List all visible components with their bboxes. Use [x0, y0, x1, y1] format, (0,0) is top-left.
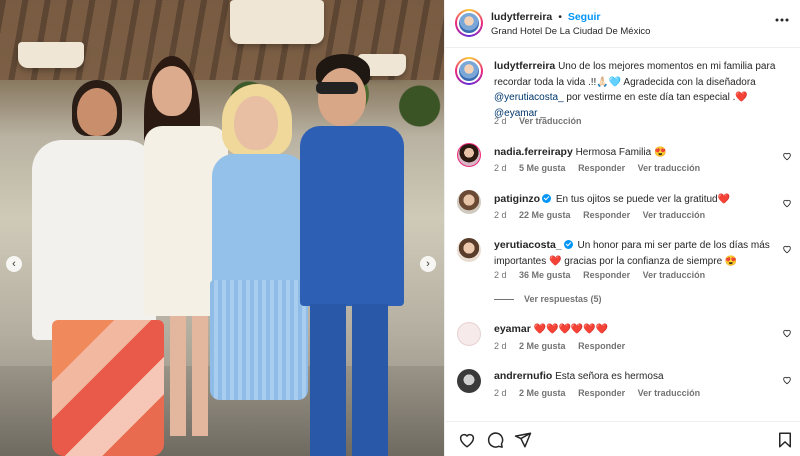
comment-likes[interactable]: 36 Me gusta [519, 270, 571, 280]
caption-text: ludytferreira Uno de los mejores momento… [494, 59, 784, 121]
follow-button[interactable]: Seguir [568, 11, 601, 23]
comment-username[interactable]: eyamar [494, 323, 531, 335]
comment-avatar[interactable] [457, 369, 481, 393]
post-action-bar [445, 421, 800, 456]
heart-icon[interactable] [458, 431, 476, 449]
reply-button[interactable]: Responder [578, 163, 625, 173]
heart-emoji: ❤️ [549, 255, 562, 267]
comment-text: andrernufio Esta señora es hermosa [494, 369, 784, 385]
view-replies-button[interactable]: Ver respuestas (5) [494, 294, 602, 304]
comment-meta: 2 d 36 Me gusta Responder Ver traducción [494, 270, 715, 280]
comment-username[interactable]: nadia.ferreirapy [494, 146, 573, 158]
comment-text: nadia.ferreirapy Hermosa Familia 😍 [494, 145, 784, 161]
comment-meta: 2 d 2 Me gusta Responder [494, 341, 635, 351]
comment-time: 2 d [494, 210, 507, 220]
carousel-prev-button[interactable]: ‹ [6, 256, 22, 272]
caption-line: por vestirme en este día tan especial . [566, 92, 736, 103]
caption-meta: 2 d Ver traducción [494, 116, 592, 126]
post-photo[interactable]: ‹ › [0, 0, 444, 456]
caption-line: Agradecida con la diseñadora [623, 76, 756, 88]
comment-username[interactable]: patiginzo [494, 193, 540, 205]
post-location[interactable]: Grand Hotel De La Ciudad De México [491, 26, 650, 37]
verified-badge-icon [563, 240, 573, 249]
translate-link[interactable]: Ver traducción [519, 116, 582, 126]
ceiling-lamp [230, 0, 324, 44]
header-separator: • [558, 11, 562, 23]
comment-like-heart-icon[interactable] [782, 198, 792, 208]
comment-username[interactable]: yerutiacosta_ [494, 239, 562, 251]
comment-emoji: 😍 [653, 147, 667, 158]
comment-avatar[interactable] [457, 190, 481, 214]
comment-time: 2 d [494, 388, 507, 398]
comment-body: Hermosa Familia [575, 147, 652, 158]
heart-emoji: ❤️ [717, 194, 731, 205]
more-options-icon[interactable] [775, 18, 789, 22]
comment-emoji: 😍 [724, 255, 738, 267]
caption-username[interactable]: ludytferreira [494, 60, 555, 72]
comment-time: 2 d [494, 163, 507, 173]
post-details-panel: ludytferreira • Seguir Grand Hotel De La… [444, 0, 800, 456]
comment-avatar[interactable] [457, 322, 481, 346]
caption-emoji: 🙏🏻🩵 [596, 76, 622, 88]
ceiling-lamp [18, 42, 84, 68]
post-header: ludytferreira • Seguir Grand Hotel De La… [445, 0, 800, 48]
translate-link[interactable]: Ver traducción [638, 163, 701, 173]
comment-likes[interactable]: 2 Me gusta [519, 341, 566, 351]
heart-emoji: ❤️ [735, 92, 748, 103]
comment-meta: 2 d 5 Me gusta Responder Ver traducción [494, 163, 710, 173]
translate-link[interactable]: Ver traducción [643, 270, 706, 280]
caption-time: 2 d [494, 116, 507, 126]
comment-likes[interactable]: 5 Me gusta [519, 163, 566, 173]
comment-body: gracias por la confianza de siempre [564, 255, 723, 267]
comment-body: En tus ojitos se puede ver la gratitud [555, 194, 718, 205]
comment-text: yerutiacosta_ Un honor para mi ser parte… [494, 238, 784, 269]
comment-like-heart-icon[interactable] [782, 375, 792, 385]
reply-button[interactable]: Responder [578, 341, 625, 351]
comment-like-heart-icon[interactable] [782, 244, 792, 254]
translate-link[interactable]: Ver traducción [638, 388, 701, 398]
comment-likes[interactable]: 2 Me gusta [519, 388, 566, 398]
comment-time: 2 d [494, 270, 507, 280]
mention-link[interactable]: @yerutiacosta_ [494, 92, 564, 103]
reply-button[interactable]: Responder [578, 388, 625, 398]
comment-time: 2 d [494, 341, 507, 351]
translate-link[interactable]: Ver traducción [643, 210, 706, 220]
bookmark-icon[interactable] [776, 431, 794, 449]
author-avatar[interactable] [455, 9, 483, 37]
comment-body: ❤️❤️❤️❤️❤️❤️ [533, 324, 609, 335]
comment-avatar[interactable] [457, 143, 481, 167]
comment-username[interactable]: andrernufio [494, 370, 552, 382]
comment-icon[interactable] [486, 431, 504, 449]
share-icon[interactable] [514, 431, 532, 449]
reply-button[interactable]: Responder [583, 270, 630, 280]
view-replies-label: Ver respuestas (5) [524, 294, 602, 304]
replies-line [494, 299, 514, 301]
comment-like-heart-icon[interactable] [782, 151, 792, 161]
comment-text: eyamar ❤️❤️❤️❤️❤️❤️ [494, 322, 784, 338]
comment-meta: 2 d 2 Me gusta Responder Ver traducción [494, 388, 710, 398]
comment-avatar[interactable] [457, 238, 481, 262]
caption-avatar[interactable] [455, 57, 483, 85]
comment-likes[interactable]: 22 Me gusta [519, 210, 571, 220]
comment-body: Esta señora es hermosa [555, 371, 664, 382]
carousel-next-button[interactable]: › [420, 256, 436, 272]
comment-like-heart-icon[interactable] [782, 328, 792, 338]
comment-meta: 2 d 22 Me gusta Responder Ver traducción [494, 210, 715, 220]
author-username[interactable]: ludytferreira [491, 11, 552, 23]
reply-button[interactable]: Responder [583, 210, 630, 220]
verified-badge-icon [542, 194, 552, 203]
comment-text: patiginzo En tus ojitos se puede ver la … [494, 192, 784, 208]
